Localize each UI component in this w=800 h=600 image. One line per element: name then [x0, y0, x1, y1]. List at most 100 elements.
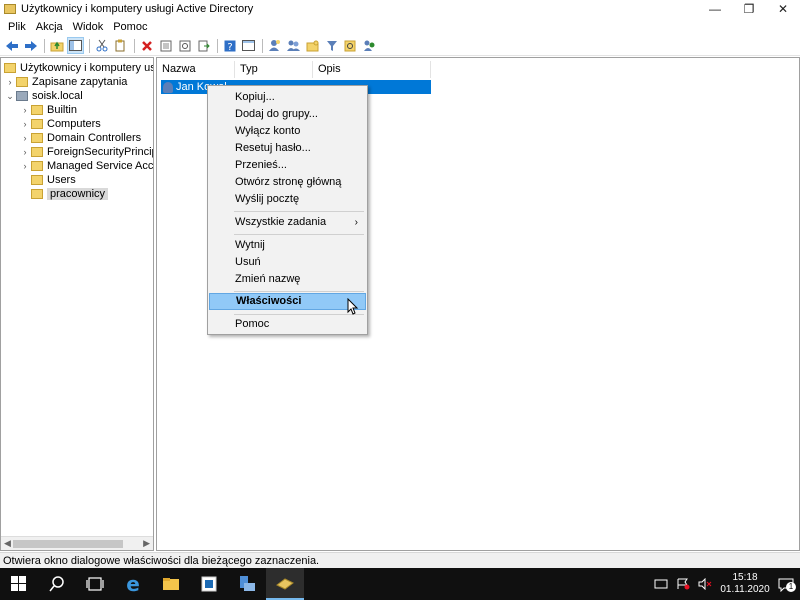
menu-item-open-home-page[interactable]: Otwórz stronę główną: [209, 174, 366, 191]
expand-arrow-icon[interactable]: ›: [19, 119, 31, 129]
menu-separator: [234, 211, 364, 212]
task-view-icon[interactable]: [76, 568, 114, 600]
back-arrow-icon[interactable]: [3, 37, 20, 54]
menu-help[interactable]: Pomoc: [109, 21, 151, 33]
copy-icon[interactable]: [112, 37, 129, 54]
svg-text:e: e: [126, 575, 140, 593]
menu-separator: [234, 234, 364, 235]
menu-item-properties[interactable]: Właściwości: [209, 293, 366, 310]
tree-item-ad-root[interactable]: Użytkownicy i komputery usługi: [4, 61, 153, 75]
menu-item-cut[interactable]: Wytnij: [209, 237, 366, 254]
toolbar-divider: [262, 38, 263, 53]
tree-item-managed-service-accounts[interactable]: › Managed Service Accour: [19, 159, 154, 173]
menu-view[interactable]: Widok: [69, 21, 108, 33]
minimize-button[interactable]: —: [698, 0, 732, 18]
context-menu: Kopiuj... Dodaj do grupy... Wyłącz konto…: [207, 85, 368, 335]
flag-icon[interactable]: [676, 578, 690, 590]
window-title: Użytkownicy i komputery usługi Active Di…: [21, 3, 254, 15]
tree-item-saved-queries[interactable]: › Zapisane zapytania: [4, 75, 128, 89]
help-icon[interactable]: ?: [221, 37, 238, 54]
edge-icon[interactable]: e: [114, 568, 152, 600]
expand-arrow-icon[interactable]: ›: [19, 147, 31, 157]
taskbar: e 15:18 01.11.2020 1: [0, 568, 800, 600]
expand-arrow-icon[interactable]: ›: [4, 77, 16, 87]
menu-item-rename[interactable]: Zmień nazwę: [209, 271, 366, 288]
server-manager-icon[interactable]: [190, 568, 228, 600]
expand-arrow-icon[interactable]: ›: [19, 161, 31, 171]
filter-icon[interactable]: [323, 37, 340, 54]
toolbar-divider: [217, 38, 218, 53]
column-header-description[interactable]: Opis: [313, 61, 431, 78]
add-to-group-icon[interactable]: [361, 37, 378, 54]
tree-item-label: pracownicy: [47, 188, 109, 200]
show-tree-icon[interactable]: [67, 37, 84, 54]
menu-item-add-to-group[interactable]: Dodaj do grupy...: [209, 106, 366, 123]
ad-root-icon: [4, 63, 16, 73]
find-icon[interactable]: [342, 37, 359, 54]
tree-item-label: Zapisane zapytania: [32, 76, 128, 88]
user-icon: [163, 81, 173, 93]
column-header-type[interactable]: Typ: [235, 61, 313, 78]
column-header-name[interactable]: Nazwa: [157, 61, 235, 78]
menu-action[interactable]: Akcja: [32, 21, 67, 33]
horizontal-scrollbar[interactable]: ◀ ▶: [1, 536, 153, 550]
scroll-right-icon[interactable]: ▶: [143, 538, 150, 549]
menu-item-help[interactable]: Pomoc: [209, 316, 366, 333]
export-icon[interactable]: [195, 37, 212, 54]
console-tree-pane[interactable]: Użytkownicy i komputery usługi › Zapisan…: [0, 57, 154, 551]
menu-item-send-mail[interactable]: Wyślij pocztę: [209, 191, 366, 208]
tree-item-computers[interactable]: › Computers: [19, 117, 101, 131]
tree-item-label: Computers: [47, 118, 101, 130]
ad-tools-icon[interactable]: [228, 568, 266, 600]
refresh-icon[interactable]: [176, 37, 193, 54]
scrollbar-thumb[interactable]: [13, 540, 123, 548]
menu-item-copy[interactable]: Kopiuj...: [209, 89, 366, 106]
expand-arrow-icon[interactable]: ›: [19, 105, 31, 115]
expand-arrow-icon[interactable]: ›: [19, 133, 31, 143]
title-bar: Użytkownicy i komputery usługi Active Di…: [0, 0, 800, 18]
volume-muted-icon[interactable]: [698, 577, 712, 591]
tree-item-pracownicy[interactable]: pracownicy: [19, 187, 109, 201]
clock[interactable]: 15:18 01.11.2020: [716, 572, 774, 596]
delete-icon[interactable]: [138, 37, 155, 54]
cut-icon[interactable]: [93, 37, 110, 54]
folder-icon: [31, 119, 43, 129]
tree-item-users[interactable]: Users: [19, 173, 76, 187]
scroll-left-icon[interactable]: ◀: [4, 538, 11, 549]
toolbar: ?: [0, 36, 800, 56]
up-folder-icon[interactable]: [48, 37, 65, 54]
windows-start-icon[interactable]: [0, 568, 38, 600]
tree-item-label: Builtin: [47, 104, 77, 116]
menu-item-reset-password[interactable]: Resetuj hasło...: [209, 140, 366, 157]
ad-users-computers-icon[interactable]: [266, 568, 304, 600]
console-icon[interactable]: [240, 37, 257, 54]
file-explorer-icon[interactable]: [152, 568, 190, 600]
menu-item-delete[interactable]: Usuń: [209, 254, 366, 271]
new-user-icon[interactable]: [266, 37, 283, 54]
close-button[interactable]: ✕: [766, 0, 800, 18]
restore-button[interactable]: ❐: [732, 0, 766, 18]
folder-icon: [31, 161, 43, 171]
tree-item-label: ForeignSecurityPrincipals: [47, 146, 153, 158]
toolbar-divider: [44, 38, 45, 53]
collapse-arrow-icon[interactable]: ⌄: [4, 91, 16, 102]
new-group-icon[interactable]: [285, 37, 302, 54]
menu-item-disable-account[interactable]: Wyłącz konto: [209, 123, 366, 140]
submenu-arrow-icon: ›: [354, 217, 358, 228]
tree-item-domain-controllers[interactable]: › Domain Controllers: [19, 131, 142, 145]
new-ou-icon[interactable]: [304, 37, 321, 54]
menu-item-move[interactable]: Przenieś...: [209, 157, 366, 174]
tree-item-builtin[interactable]: › Builtin: [19, 103, 77, 117]
tree-item-domain[interactable]: ⌄ soisk.local: [4, 89, 83, 103]
menu-file[interactable]: Plik: [4, 21, 30, 33]
tree-item-label: Użytkownicy i komputery usługi: [20, 62, 153, 74]
ad-app-icon: [4, 4, 16, 14]
search-icon[interactable]: [38, 568, 76, 600]
column-headers: Nazwa Typ Opis: [157, 61, 431, 78]
network-icon[interactable]: [654, 578, 668, 590]
tree-item-foreign-security-principals[interactable]: › ForeignSecurityPrincipals: [19, 145, 154, 159]
forward-arrow-icon[interactable]: [22, 37, 39, 54]
notifications-icon[interactable]: 1: [778, 578, 796, 593]
properties-icon[interactable]: [157, 37, 174, 54]
menu-item-all-tasks[interactable]: Wszystkie zadania ›: [209, 214, 366, 231]
